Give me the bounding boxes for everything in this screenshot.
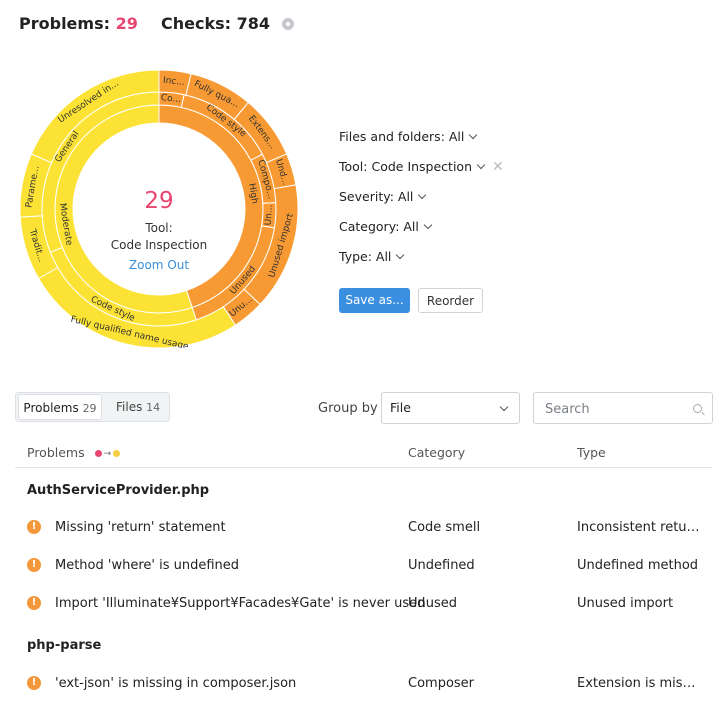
chevron-down-icon (469, 130, 478, 140)
checks-total: Checks: 784 (161, 14, 294, 33)
sunburst-middle-label-3: Un... (264, 204, 275, 225)
reorder-button[interactable]: Reorder (418, 288, 483, 313)
problem-name[interactable]: 'ext-json' is missing in composer.json (55, 676, 296, 691)
tab-problems-count: 29 (82, 402, 97, 415)
category-filter-label: Category: All (339, 219, 419, 234)
checks-total-label: Checks: (161, 14, 232, 33)
file-group-title[interactable]: php-parse (27, 638, 101, 653)
column-header-type[interactable]: Type (577, 445, 606, 460)
column-header-category[interactable]: Category (408, 445, 465, 460)
close-icon[interactable]: ✕ (492, 159, 504, 175)
column-header-problems[interactable]: Problems → (27, 445, 121, 460)
type-filter[interactable]: Type: All (339, 249, 405, 264)
problem-type: Unused import (577, 596, 674, 611)
moderate-severity-dot (113, 450, 121, 457)
group-by-value: File (390, 400, 411, 415)
save-as-button[interactable]: Save as... (339, 288, 410, 313)
search-box (533, 392, 713, 424)
severity-filter-label: Severity: All (339, 189, 414, 204)
problem-type: Extension is missing in composer.json (577, 676, 702, 691)
sunburst-center-count: 29 (144, 188, 174, 214)
sunburst-center-tool-name: Code Inspection (110, 238, 208, 252)
gear-icon[interactable] (281, 18, 294, 30)
category-filter[interactable]: Category: All (339, 219, 433, 234)
problem-name[interactable]: Missing 'return' statement (55, 520, 226, 535)
severity-filter[interactable]: Severity: All (339, 189, 427, 204)
zoom-out-link[interactable]: Zoom Out (100, 258, 218, 272)
sunburst-center-tool-label: Tool: (145, 221, 173, 235)
header-divider (15, 467, 712, 468)
files-folders-filter-label: Files and folders: All (339, 129, 465, 144)
tool-filter-label: Tool: Code Inspection (339, 159, 473, 174)
arrow-right-icon: → (103, 448, 112, 459)
column-header-problems-label: Problems (27, 445, 85, 460)
problem-category: Composer (408, 676, 475, 691)
high-severity-dot (94, 450, 102, 457)
files-folders-filter[interactable]: Files and folders: All (339, 129, 478, 144)
chevron-down-icon (476, 160, 486, 170)
chevron-down-icon (423, 220, 433, 230)
file-group-title[interactable]: AuthServiceProvider.php (27, 483, 209, 498)
tool-filter[interactable]: Tool: Code Inspection ✕ (339, 159, 504, 175)
problem-category: Undefined (408, 558, 475, 573)
checks-total-count: 784 (236, 14, 271, 33)
exclamation-icon: ! (27, 558, 41, 572)
search-input[interactable] (543, 394, 687, 424)
problem-type: Undefined method (577, 558, 699, 573)
problems-total: Problems: 29 (19, 14, 138, 33)
tab-problems[interactable]: Problems 29 (18, 394, 102, 420)
severity-sort-legend: → (94, 445, 121, 460)
group-by-label: Group by (318, 401, 378, 416)
chevron-down-icon (396, 250, 405, 260)
problem-name[interactable]: Method 'where' is undefined (55, 558, 239, 573)
exclamation-icon: ! (27, 520, 41, 534)
tab-files[interactable]: Files 14 (116, 393, 160, 421)
problem-type: Inconsistent return points (577, 520, 702, 535)
problem-name[interactable]: Import 'Illuminate¥Support¥Facades¥Gate'… (55, 596, 425, 611)
problem-category: Unused (408, 596, 458, 611)
tab-files-label: Files (116, 400, 143, 414)
view-tabs: Problems 29 Files 14 (15, 392, 170, 422)
type-filter-label: Type: All (339, 249, 392, 264)
chevron-down-icon (499, 402, 509, 412)
chevron-down-icon (418, 190, 427, 200)
exclamation-icon: ! (27, 596, 41, 610)
problems-total-label: Problems: (19, 14, 110, 33)
group-by-select[interactable]: File (381, 392, 520, 424)
exclamation-icon: ! (27, 676, 41, 690)
tab-files-count: 14 (146, 401, 161, 414)
tab-problems-label: Problems (23, 401, 79, 415)
search-icon[interactable] (693, 404, 702, 413)
problems-total-count: 29 (115, 14, 138, 33)
problem-category: Code smell (408, 520, 481, 535)
